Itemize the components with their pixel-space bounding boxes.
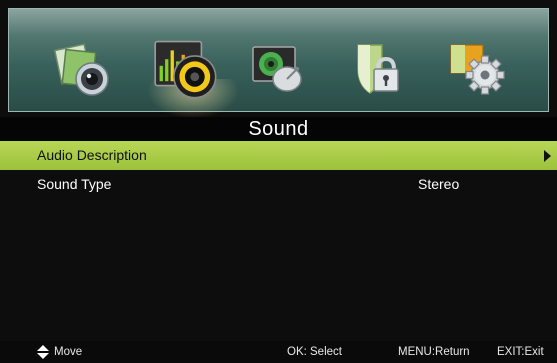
tv-menu-frame: Sound Audio Description Sound Type Stere… xyxy=(0,0,557,363)
sound-icon[interactable] xyxy=(153,35,219,101)
menu-item-label: Sound Type xyxy=(37,176,112,192)
menu-item-audio-description[interactable]: Audio Description xyxy=(0,141,557,170)
lock-icon[interactable] xyxy=(348,39,408,99)
up-down-arrow-icon xyxy=(37,345,49,359)
channel-icon[interactable] xyxy=(249,39,309,99)
footer-hints: Move OK: Select MENU:Return EXIT:Exit xyxy=(0,341,557,363)
menu-category-bar xyxy=(8,8,549,119)
submenu-arrow-icon xyxy=(544,150,551,162)
menu-item-value: Stereo xyxy=(418,176,460,192)
picture-icon[interactable] xyxy=(52,39,112,99)
menu-item-sound-type[interactable]: Sound Type Stereo xyxy=(0,170,557,198)
hint-return: MENU:Return xyxy=(398,346,470,358)
menu-list: Audio Description Sound Type Stereo xyxy=(0,141,557,198)
hint-move: Move xyxy=(54,346,83,358)
setup-icon[interactable] xyxy=(447,39,507,99)
hint-select: OK: Select xyxy=(287,346,342,358)
menu-item-label: Audio Description xyxy=(37,147,147,163)
hint-exit: EXIT:Exit xyxy=(497,346,544,358)
page-title: Sound xyxy=(0,117,557,141)
